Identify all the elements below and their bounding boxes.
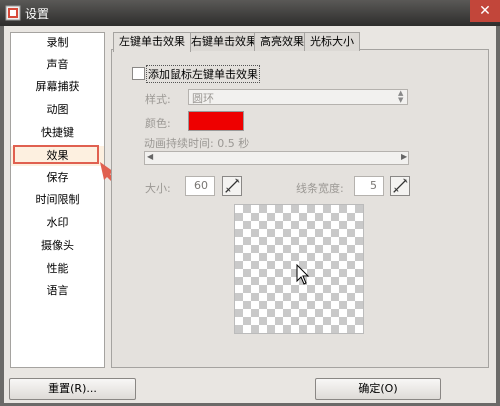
enable-left-click-checkbox[interactable] xyxy=(132,67,145,80)
slider-right-arrow-icon[interactable]: ▶ xyxy=(401,152,407,161)
tab-right-click-effect[interactable]: 右键单击效果 xyxy=(185,32,263,51)
ok-button[interactable]: 确定(O) xyxy=(315,378,441,400)
window-frame-left xyxy=(0,26,4,406)
window-frame-right xyxy=(496,26,500,406)
close-icon[interactable]: ✕ xyxy=(470,0,500,22)
select-arrows-icon: ▲ ▼ xyxy=(398,89,404,104)
title-bar xyxy=(0,0,500,26)
tab-left-click-effect[interactable]: 左键单击效果 xyxy=(113,32,191,52)
app-icon xyxy=(5,5,21,21)
sidebar-item-watermark[interactable]: 水印 xyxy=(11,213,104,233)
tab-highlight-effect[interactable]: 高亮效果 xyxy=(254,32,310,51)
style-select[interactable] xyxy=(188,89,408,105)
sidebar-item-hotkeys[interactable]: 快捷键 xyxy=(11,123,104,143)
color-label: 颜色: xyxy=(145,117,171,130)
line-width-input[interactable]: 5 xyxy=(354,176,384,196)
tab-cursor-size[interactable]: 光标大小 xyxy=(304,32,360,51)
sidebar-item-performance[interactable]: 性能 xyxy=(11,259,104,279)
sidebar-item-sound[interactable]: 声音 xyxy=(11,55,104,75)
sidebar: 录制 声音 屏幕捕获 动图 快捷键 效果 保存 时间限制 水印 摄像头 性能 语… xyxy=(10,32,105,368)
line-width-pen-icon[interactable] xyxy=(390,176,410,196)
color-swatch[interactable] xyxy=(188,111,244,131)
reset-button[interactable]: 重置(R)... xyxy=(9,378,136,400)
mouse-cursor-icon xyxy=(296,264,310,285)
sidebar-item-camera[interactable]: 摄像头 xyxy=(11,236,104,256)
size-input[interactable]: 60 xyxy=(185,176,215,196)
style-select-value: 圆环 xyxy=(192,92,214,105)
sidebar-item-screen-capture[interactable]: 屏幕捕获 xyxy=(11,77,104,97)
sidebar-item-record[interactable]: 录制 xyxy=(11,33,104,53)
sidebar-item-language[interactable]: 语言 xyxy=(11,281,104,301)
duration-label: 动画持续时间: 0.5 秒 xyxy=(144,137,250,150)
enable-left-click-label[interactable]: 添加鼠标左键单击效果 xyxy=(146,65,260,83)
sidebar-item-time-limit[interactable]: 时间限制 xyxy=(11,190,104,210)
line-width-label: 线条宽度: xyxy=(296,182,344,195)
style-label: 样式: xyxy=(145,93,171,106)
duration-slider[interactable] xyxy=(144,151,409,165)
sidebar-item-gif[interactable]: 动图 xyxy=(11,100,104,120)
size-pen-icon[interactable] xyxy=(222,176,242,196)
slider-left-arrow-icon[interactable]: ◀ xyxy=(147,152,153,161)
annotation-highlight-box xyxy=(13,145,99,164)
size-label: 大小: xyxy=(145,182,171,195)
window-title: 设置 xyxy=(25,7,50,21)
sidebar-item-save[interactable]: 保存 xyxy=(11,168,104,188)
